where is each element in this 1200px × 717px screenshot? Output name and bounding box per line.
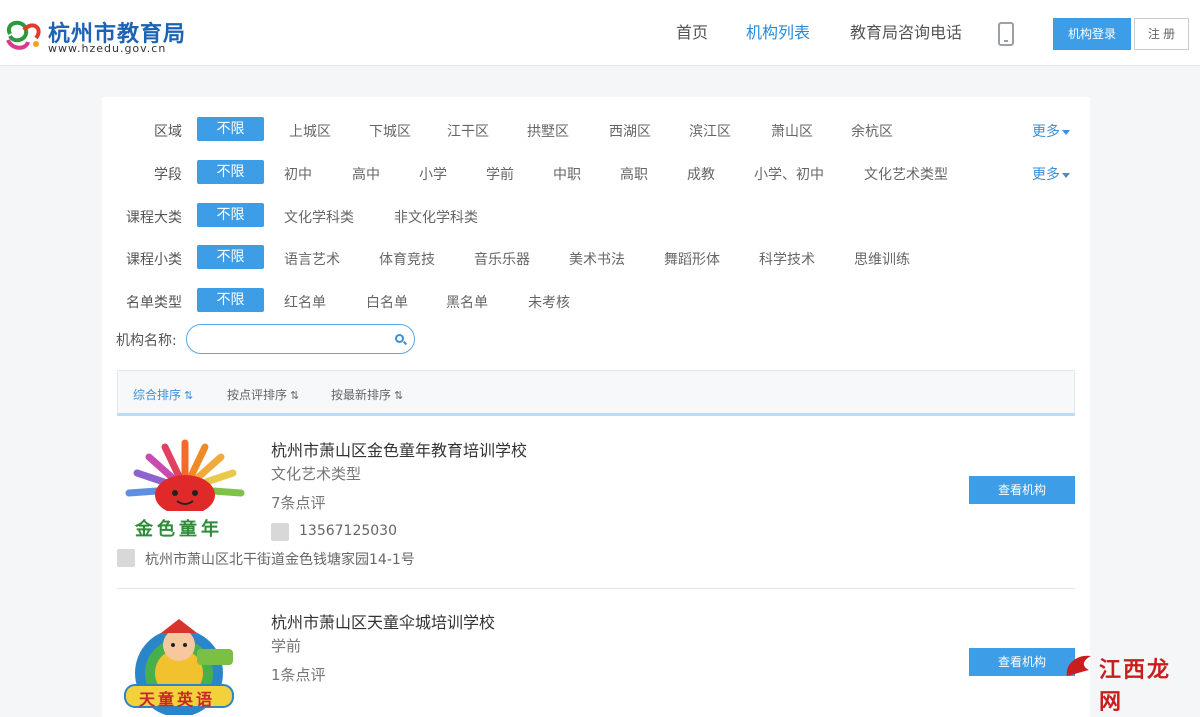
filter-label-course-major: 课程大类 xyxy=(126,210,182,226)
nav-home[interactable]: 首页 xyxy=(676,0,708,66)
filter-course-minor-option[interactable]: 语言艺术 xyxy=(284,249,340,269)
filter-region-any[interactable]: 不限 xyxy=(197,117,264,141)
org-address: 杭州市萧山区北干街道金色钱塘家园14-1号 xyxy=(145,552,415,568)
filter-row-region: 区域 不限 上城区 下城区 江干区 拱墅区 西湖区 滨江区 萧山区 余杭区 更多 xyxy=(102,117,1090,143)
filter-stage-option[interactable]: 高中 xyxy=(352,164,380,184)
org-list-panel: 区域 不限 上城区 下城区 江干区 拱墅区 西湖区 滨江区 萧山区 余杭区 更多… xyxy=(102,97,1090,717)
org-name-search-input[interactable] xyxy=(186,324,415,354)
nav-hotline[interactable]: 教育局咨询电话 xyxy=(850,0,962,66)
filter-stage-any[interactable]: 不限 xyxy=(197,160,264,184)
filter-stage-option[interactable]: 小学 xyxy=(419,164,447,184)
phone-icon xyxy=(271,523,289,541)
list-divider xyxy=(117,588,1075,589)
filter-label-course-minor: 课程小类 xyxy=(126,252,182,268)
filter-list-type-option[interactable]: 未考核 xyxy=(528,292,570,312)
filter-label-stage: 学段 xyxy=(154,167,182,183)
filter-course-minor-option[interactable]: 舞蹈形体 xyxy=(664,249,720,269)
filter-stage-option[interactable]: 文化艺术类型 xyxy=(864,164,948,184)
filter-course-major-option[interactable]: 非文化学科类 xyxy=(394,207,478,227)
search-icon[interactable] xyxy=(395,334,404,343)
filter-row-course-major: 课程大类 不限 文化学科类 非文化学科类 xyxy=(102,203,1090,229)
sort-label: 按最新排序 xyxy=(331,388,392,402)
more-label: 更多 xyxy=(1032,167,1060,183)
sort-by-newest[interactable]: 按最新排序 ⇅ xyxy=(331,386,403,403)
filter-course-major-option[interactable]: 文化学科类 xyxy=(284,207,354,227)
filter-course-minor-option[interactable]: 科学技术 xyxy=(759,249,815,269)
logo-url: www.hzedu.gov.cn xyxy=(48,42,167,55)
filter-course-major-any[interactable]: 不限 xyxy=(197,203,264,227)
mobile-phone-icon[interactable] xyxy=(998,22,1014,46)
sort-by-reviews[interactable]: 按点评排序 ⇅ xyxy=(227,386,299,403)
site-logo[interactable]: 杭州市教育局 www.hzedu.gov.cn xyxy=(2,10,192,56)
org-logo-text: 天童英语 xyxy=(139,690,216,709)
org-review-count[interactable]: 7条点评 xyxy=(271,492,326,513)
nav-org-list[interactable]: 机构列表 xyxy=(746,0,810,66)
top-header: 杭州市教育局 www.hzedu.gov.cn 首页 机构列表 教育局咨询电话 … xyxy=(0,0,1200,66)
org-type: 学前 xyxy=(271,637,302,655)
filter-list-type-option[interactable]: 黑名单 xyxy=(446,292,488,312)
filter-stage-option[interactable]: 小学、初中 xyxy=(754,164,824,184)
dragon-watermark-icon xyxy=(1066,655,1091,676)
filter-row-course-minor: 课程小类 不限 语言艺术 体育竞技 音乐乐器 美术书法 舞蹈形体 科学技术 思维… xyxy=(102,245,1090,271)
filter-stage-option[interactable]: 学前 xyxy=(486,164,514,184)
caret-down-icon xyxy=(1062,172,1070,178)
hzedu-logo-icon xyxy=(6,20,41,50)
filter-stage-option[interactable]: 中职 xyxy=(553,164,581,184)
org-review-count[interactable]: 1条点评 xyxy=(271,664,326,685)
filter-row-stage: 学段 不限 初中 高中 小学 学前 中职 高职 成教 小学、初中 文化艺术类型 … xyxy=(102,160,1090,186)
filter-row-list-type: 名单类型 不限 红名单 白名单 黑名单 未考核 xyxy=(102,288,1090,314)
location-pin-icon xyxy=(117,549,135,567)
filter-course-minor-any[interactable]: 不限 xyxy=(197,245,264,269)
sort-arrows-icon: ⇅ xyxy=(394,389,404,402)
watermark-text: 江西龙网 xyxy=(1099,658,1172,715)
filter-course-minor-option[interactable]: 体育竞技 xyxy=(379,249,435,269)
sort-overall[interactable]: 综合排序 ⇅ xyxy=(133,386,193,403)
filter-stage-option[interactable]: 初中 xyxy=(284,164,312,184)
filter-region-option[interactable]: 拱墅区 xyxy=(527,121,569,141)
filter-region-option[interactable]: 余杭区 xyxy=(851,121,893,141)
register-button[interactable]: 注 册 xyxy=(1134,18,1189,50)
filter-label-list-type: 名单类型 xyxy=(126,295,182,311)
caret-down-icon xyxy=(1062,129,1070,135)
filter-region-option[interactable]: 萧山区 xyxy=(771,121,813,141)
filter-course-minor-option[interactable]: 思维训练 xyxy=(854,249,910,269)
view-org-button[interactable]: 查看机构 xyxy=(969,648,1075,676)
view-org-button[interactable]: 查看机构 xyxy=(969,476,1075,504)
filter-course-minor-option[interactable]: 美术书法 xyxy=(569,249,625,269)
filter-region-option[interactable]: 下城区 xyxy=(369,121,411,141)
org-list-item: 金色童年 杭州市萧山区金色童年教育培训学校 文化艺术类型 7条点评 135671… xyxy=(117,437,1075,577)
region-more-toggle[interactable]: 更多 xyxy=(1032,121,1070,141)
sort-label: 综合排序 xyxy=(133,388,182,402)
org-logo-text: 金色童年 xyxy=(135,519,223,540)
sort-arrows-icon: ⇅ xyxy=(184,389,194,402)
filter-region-option[interactable]: 西湖区 xyxy=(609,121,651,141)
filter-list-type-option[interactable]: 白名单 xyxy=(366,292,408,312)
sort-arrows-icon: ⇅ xyxy=(290,389,300,402)
filter-region-option[interactable]: 滨江区 xyxy=(689,121,731,141)
filter-list-type-any[interactable]: 不限 xyxy=(197,288,264,312)
more-label: 更多 xyxy=(1032,124,1060,140)
filter-label-region: 区域 xyxy=(154,124,182,140)
filter-region-option[interactable]: 江干区 xyxy=(447,121,489,141)
filter-course-minor-option[interactable]: 音乐乐器 xyxy=(474,249,530,269)
org-list-item: 天童英语 杭州市萧山区天童伞城培训学校 学前 1条点评 查看机构 xyxy=(117,609,1075,715)
sort-label: 按点评排序 xyxy=(227,388,288,402)
sort-bar: 综合排序 ⇅ 按点评排序 ⇅ 按最新排序 ⇅ xyxy=(117,370,1075,416)
org-type: 文化艺术类型 xyxy=(271,465,362,483)
org-login-button[interactable]: 机构登录 xyxy=(1053,18,1131,50)
filter-list-type-option[interactable]: 红名单 xyxy=(284,292,326,312)
org-name[interactable]: 杭州市萧山区金色童年教育培训学校 xyxy=(271,437,527,461)
org-phone: 13567125030 xyxy=(299,523,397,539)
site-watermark: 江西龙网 xyxy=(1063,648,1173,715)
filter-region-option[interactable]: 上城区 xyxy=(289,121,331,141)
org-name[interactable]: 杭州市萧山区天童伞城培训学校 xyxy=(271,609,495,633)
filter-stage-option[interactable]: 高职 xyxy=(620,164,648,184)
stage-more-toggle[interactable]: 更多 xyxy=(1032,164,1070,184)
filter-stage-option[interactable]: 成教 xyxy=(687,164,715,184)
org-name-label: 机构名称: xyxy=(116,333,177,349)
